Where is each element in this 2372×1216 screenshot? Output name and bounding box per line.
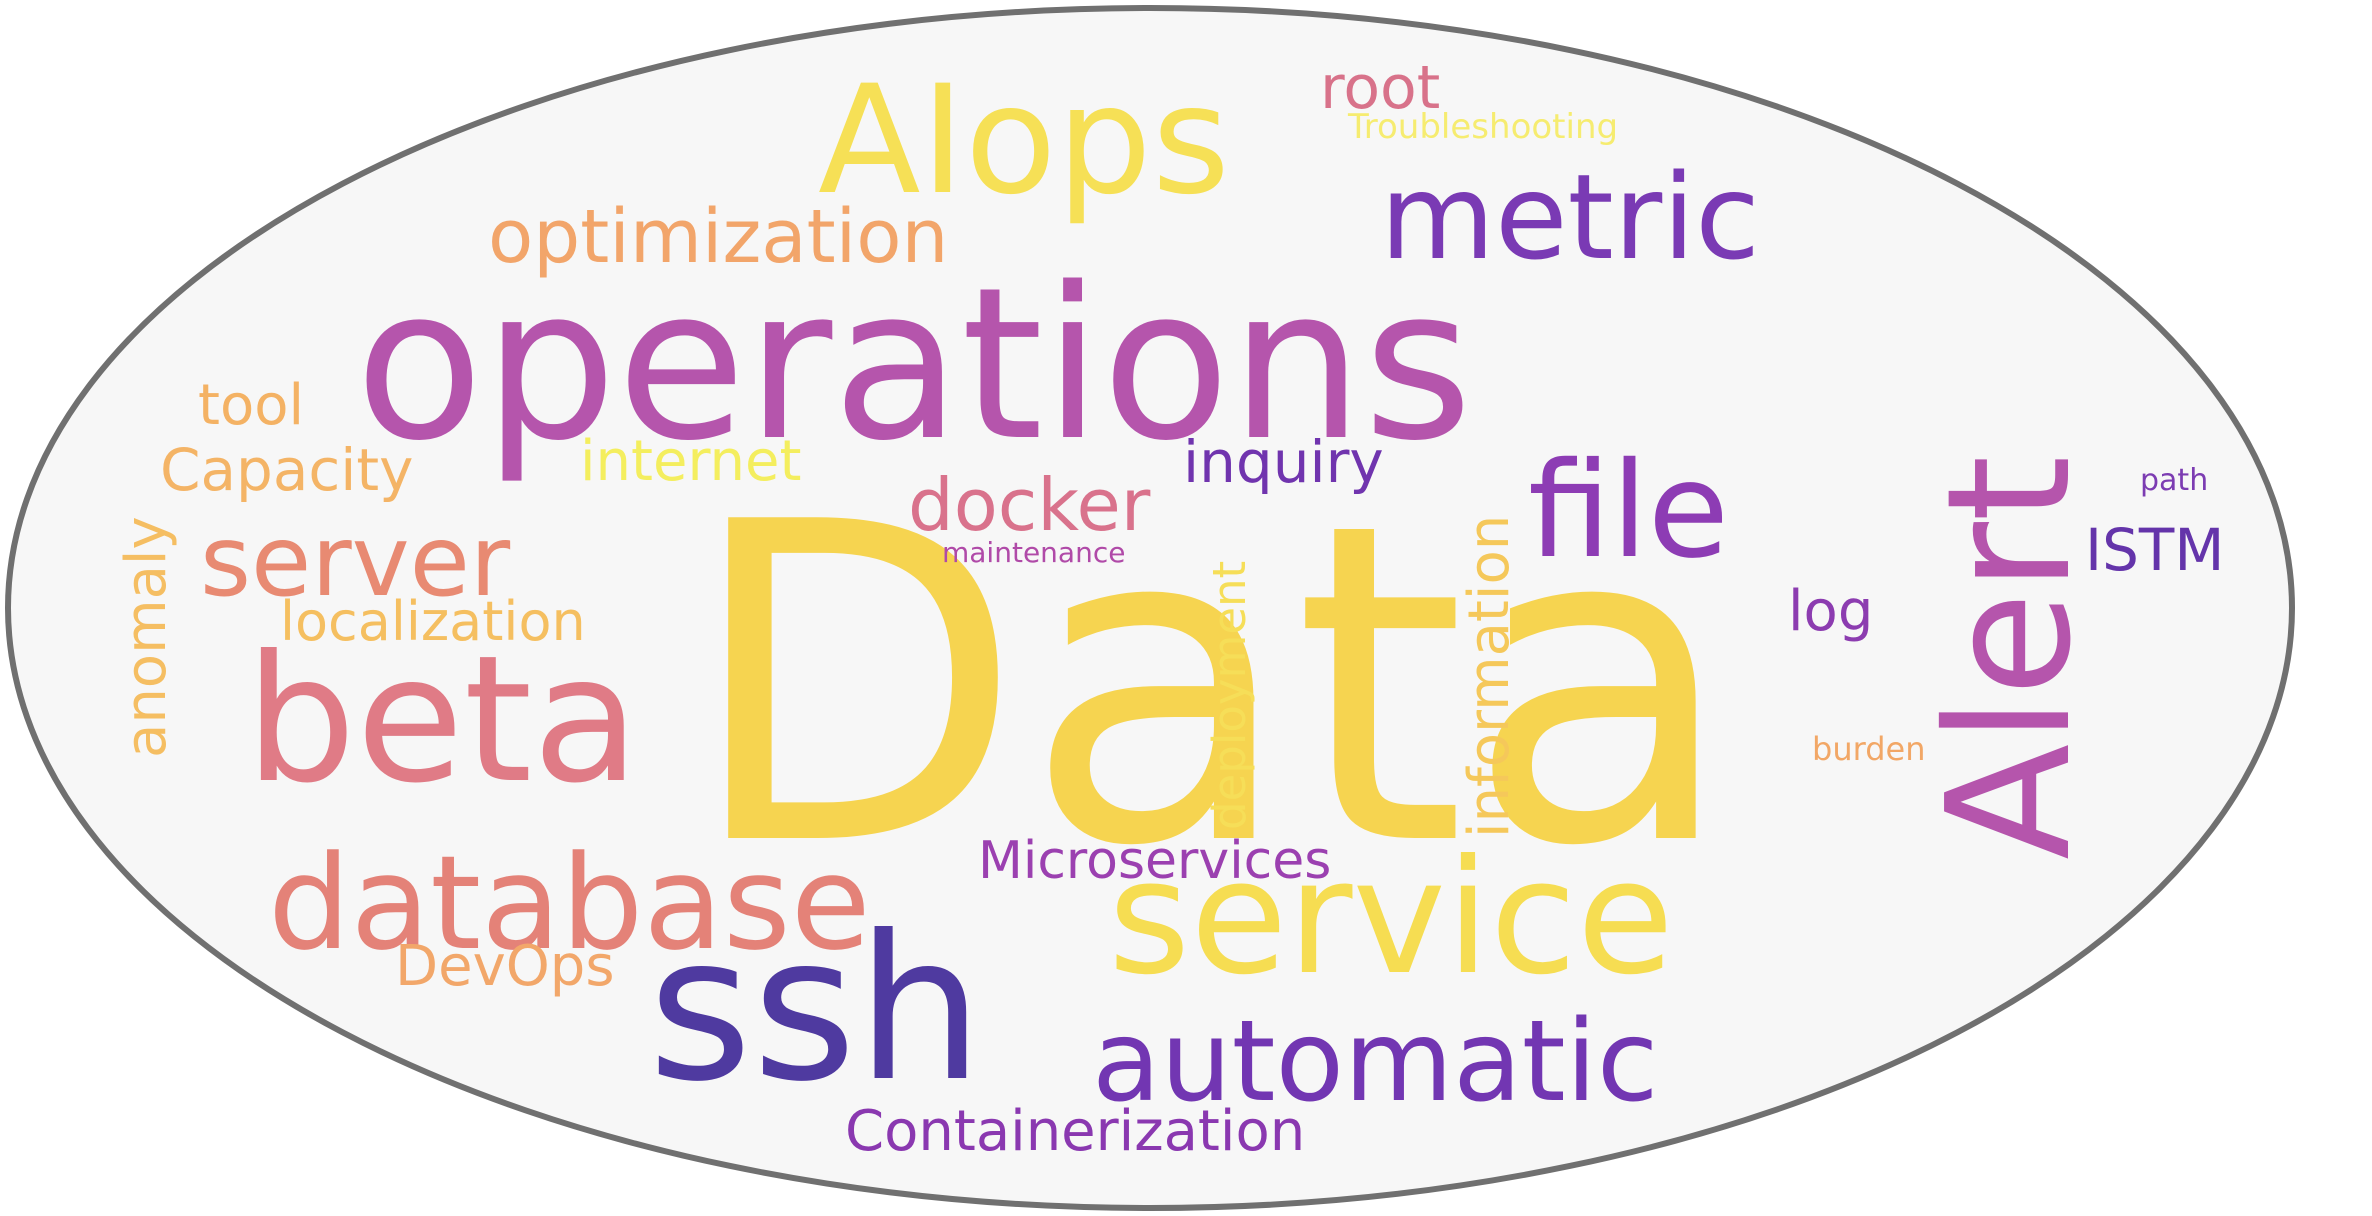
word-containerization: Containerization <box>845 1099 1305 1164</box>
word-burden: burden <box>1812 730 1925 768</box>
word-information: information <box>1457 515 1522 838</box>
word-localization: localization <box>280 590 586 653</box>
word-alert: Alert <box>1911 455 2109 860</box>
word-metric: metric <box>1380 148 1760 286</box>
word-tool: tool <box>198 373 304 438</box>
word-maintenance: maintenance <box>942 536 1125 569</box>
word-docker: docker <box>908 463 1151 547</box>
word-optimization: optimization <box>488 194 948 280</box>
word-file: file <box>1528 434 1729 588</box>
word-deployment: deployment <box>1203 561 1256 830</box>
word-log: log <box>1788 579 1873 644</box>
word-devops: DevOps <box>395 934 615 999</box>
word-troubleshooting: Troubleshooting <box>1347 107 1618 147</box>
word-cloud: Data operations Alert ssh service beta d… <box>0 0 2372 1216</box>
word-capacity: Capacity <box>160 436 413 504</box>
word-internet: internet <box>580 429 801 494</box>
word-path: path <box>2140 463 2208 498</box>
word-inquiry: inquiry <box>1183 428 1384 496</box>
word-anomaly: anomaly <box>114 516 179 758</box>
word-istm: ISTM <box>2085 516 2224 584</box>
word-microservices: Microservices <box>978 831 1331 891</box>
